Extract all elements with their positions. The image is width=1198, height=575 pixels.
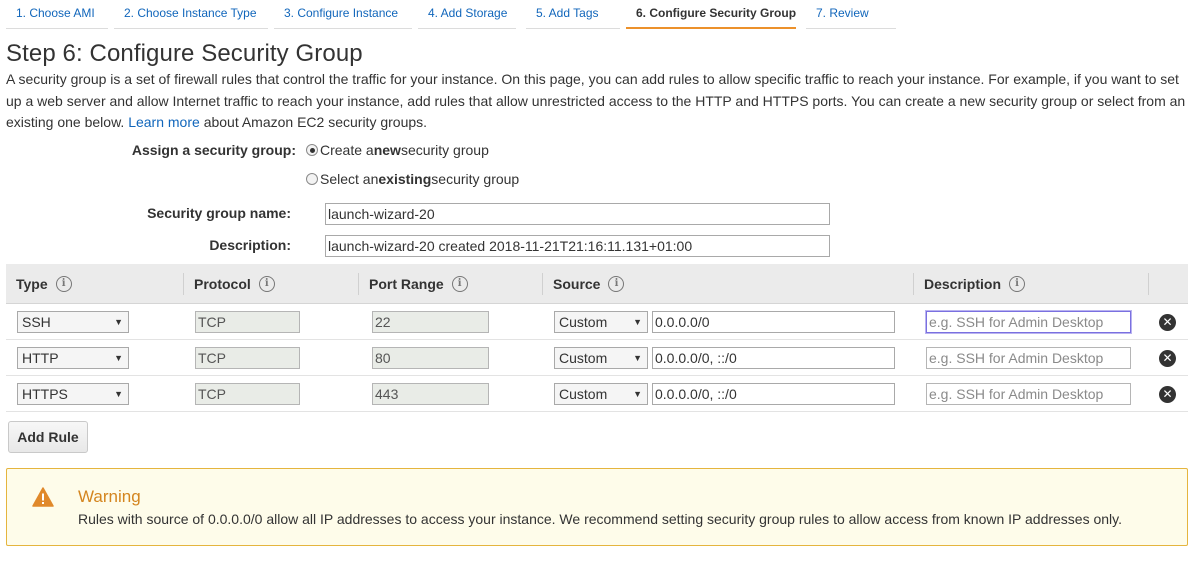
rule-source-select[interactable]: Custom ▼	[554, 311, 648, 333]
tab-configure-instance[interactable]: 3. Configure Instance	[274, 0, 412, 29]
page-title: Step 6: Configure Security Group	[6, 40, 363, 67]
learn-more-link[interactable]: Learn more	[128, 114, 200, 130]
radio-select-existing-text-pre: Select an	[320, 171, 379, 187]
tab-review[interactable]: 7. Review	[806, 0, 896, 29]
header-divider	[183, 273, 184, 295]
intro-suffix: about Amazon EC2 security groups.	[203, 114, 428, 130]
header-type-label: Type	[16, 276, 48, 292]
tab-choose-instance-type[interactable]: 2. Choose Instance Type	[114, 0, 268, 29]
dropdown-arrow-icon: ▼	[633, 317, 642, 327]
header-description: Description i	[924, 264, 1026, 304]
tab-add-tags[interactable]: 5. Add Tags	[526, 0, 620, 29]
intro-text: A security group is a set of firewall ru…	[6, 69, 1192, 134]
header-protocol-label: Protocol	[194, 276, 251, 292]
table-row: SSH ▼ TCP 22 Custom ▼ 0.0.0.0/0 e.g. SSH…	[6, 304, 1188, 340]
info-icon[interactable]: i	[1009, 276, 1026, 292]
rule-cidr-input[interactable]: 0.0.0.0/0, ::/0	[652, 383, 895, 405]
group-description-input[interactable]: launch-wizard-20 created 2018-11-21T21:1…	[325, 235, 830, 257]
header-port-range: Port Range i	[369, 264, 468, 304]
dropdown-arrow-icon: ▼	[114, 353, 123, 363]
radio-create-new-button[interactable]	[306, 144, 318, 156]
radio-select-existing[interactable]: Select an existing security group	[306, 171, 519, 187]
rule-type-value: HTTP	[22, 350, 59, 366]
header-type: Type i	[16, 264, 72, 304]
remove-rule-icon[interactable]: ✕	[1159, 386, 1176, 403]
header-divider	[913, 273, 914, 295]
rule-source-select[interactable]: Custom ▼	[554, 383, 648, 405]
header-protocol: Protocol i	[194, 264, 275, 304]
warning-box: Warning Rules with source of 0.0.0.0/0 a…	[6, 468, 1188, 546]
radio-create-new-text-bold: new	[373, 142, 401, 158]
remove-rule-icon[interactable]: ✕	[1159, 350, 1176, 367]
radio-select-existing-button[interactable]	[306, 173, 318, 185]
dropdown-arrow-icon: ▼	[114, 317, 123, 327]
rule-cidr-input[interactable]: 0.0.0.0/0, ::/0	[652, 347, 895, 369]
rule-type-select[interactable]: HTTPS ▼	[17, 383, 129, 405]
rule-source-select[interactable]: Custom ▼	[554, 347, 648, 369]
rule-type-value: HTTPS	[22, 386, 68, 402]
rule-description-input[interactable]: e.g. SSH for Admin Desktop	[926, 383, 1131, 405]
info-icon[interactable]: i	[55, 276, 72, 292]
rule-cidr-input[interactable]: 0.0.0.0/0	[652, 311, 895, 333]
rule-description-input[interactable]: e.g. SSH for Admin Desktop	[926, 347, 1131, 369]
header-divider	[542, 273, 543, 295]
info-icon[interactable]: i	[608, 276, 625, 292]
warning-triangle-icon	[32, 487, 54, 507]
group-name-input[interactable]: launch-wizard-20	[325, 203, 830, 225]
rule-source-value: Custom	[559, 314, 608, 330]
header-description-label: Description	[924, 276, 1002, 292]
rule-port-field: 22	[372, 311, 489, 333]
radio-create-new-text-pre: Create a	[320, 142, 374, 158]
rule-source-value: Custom	[559, 350, 608, 366]
radio-select-existing-text-bold: existing	[378, 171, 432, 187]
rule-port-field: 80	[372, 347, 489, 369]
rule-source-value: Custom	[559, 386, 608, 402]
rules-table-header: Type i Protocol i Port Range i Source i …	[6, 264, 1188, 304]
dropdown-arrow-icon: ▼	[633, 389, 642, 399]
header-port-range-label: Port Range	[369, 276, 444, 292]
radio-create-new-text-post: security group	[400, 142, 489, 158]
dropdown-arrow-icon: ▼	[633, 353, 642, 363]
assign-group-label: Assign a security group:	[131, 142, 296, 158]
rule-description-input[interactable]: e.g. SSH for Admin Desktop	[926, 311, 1131, 333]
header-source: Source i	[553, 264, 625, 304]
wizard-tabs: 1. Choose AMI 2. Choose Instance Type 3.…	[0, 0, 1198, 30]
add-rule-button[interactable]: Add Rule	[8, 421, 88, 453]
tab-configure-security-group[interactable]: 6. Configure Security Group	[626, 0, 796, 29]
rule-protocol-field: TCP	[195, 347, 300, 369]
tab-choose-ami[interactable]: 1. Choose AMI	[6, 0, 108, 29]
info-icon[interactable]: i	[451, 276, 468, 292]
radio-create-new[interactable]: Create a new security group	[306, 142, 489, 158]
group-description-label: Description:	[209, 237, 291, 253]
rule-protocol-field: TCP	[195, 383, 300, 405]
warning-title: Warning	[78, 487, 141, 506]
info-icon[interactable]: i	[258, 276, 275, 292]
warning-body: Rules with source of 0.0.0.0/0 allow all…	[78, 511, 1123, 527]
tab-add-storage[interactable]: 4. Add Storage	[418, 0, 516, 29]
radio-select-existing-text-post: security group	[431, 171, 520, 187]
rule-type-select[interactable]: HTTP ▼	[17, 347, 129, 369]
header-divider	[1148, 273, 1149, 295]
header-divider	[358, 273, 359, 295]
rule-type-select[interactable]: SSH ▼	[17, 311, 129, 333]
table-row: HTTP ▼ TCP 80 Custom ▼ 0.0.0.0/0, ::/0 e…	[6, 340, 1188, 376]
remove-rule-icon[interactable]: ✕	[1159, 314, 1176, 331]
rule-type-value: SSH	[22, 314, 51, 330]
dropdown-arrow-icon: ▼	[114, 389, 123, 399]
rule-protocol-field: TCP	[195, 311, 300, 333]
group-name-label: Security group name:	[147, 205, 291, 221]
rule-port-field: 443	[372, 383, 489, 405]
table-row: HTTPS ▼ TCP 443 Custom ▼ 0.0.0.0/0, ::/0…	[6, 376, 1188, 412]
header-source-label: Source	[553, 276, 601, 292]
